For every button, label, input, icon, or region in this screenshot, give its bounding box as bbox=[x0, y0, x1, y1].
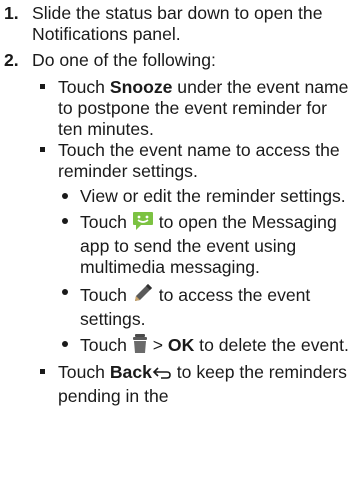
list-item-back: Touch Back to keep the reminders pending… bbox=[0, 362, 355, 407]
round-bullet-icon bbox=[62, 218, 68, 224]
round-bullet-icon bbox=[62, 341, 68, 347]
item-text: Touch bbox=[80, 285, 132, 305]
item-text: View or edit the reminder settings. bbox=[80, 186, 346, 206]
message-icon bbox=[132, 211, 154, 236]
square-bullet-icon bbox=[40, 369, 45, 374]
square-bullet-icon bbox=[40, 84, 45, 89]
instructions-page: 1. Slide the status bar down to open the… bbox=[0, 0, 355, 407]
snooze-label: Snooze bbox=[109, 77, 173, 97]
step-1: 1. Slide the status bar down to open the… bbox=[0, 3, 355, 45]
pencil-icon bbox=[132, 282, 154, 309]
back-arrow-icon bbox=[152, 365, 172, 386]
list-item-view-edit: View or edit the reminder settings. bbox=[0, 186, 355, 207]
item-text: Touch bbox=[58, 77, 110, 97]
step-text: Slide the status bar down to open the No… bbox=[32, 3, 323, 44]
step-2: 2. Do one of the following: bbox=[0, 50, 355, 71]
round-bullet-icon bbox=[62, 193, 68, 199]
list-item-event-name: Touch the event name to access the remin… bbox=[0, 140, 355, 182]
step-number: 2. bbox=[4, 50, 19, 70]
item-text: Touch bbox=[80, 335, 132, 355]
trash-icon bbox=[132, 334, 148, 359]
list-item-delete: Touch > OK to delete the event. bbox=[0, 334, 355, 359]
list-item-snooze: Touch Snooze under the event name to pos… bbox=[0, 77, 355, 140]
item-text: Touch bbox=[80, 212, 132, 232]
step-number: 1. bbox=[4, 3, 19, 23]
item-text: Touch bbox=[58, 362, 110, 382]
square-bullet-icon bbox=[40, 147, 45, 152]
list-item-edit-event: Touch to access the event settings. bbox=[0, 282, 355, 330]
round-bullet-icon bbox=[62, 289, 68, 295]
item-text: to delete the event. bbox=[194, 335, 349, 355]
item-text: > bbox=[147, 335, 168, 355]
back-label: Back bbox=[109, 362, 152, 382]
item-text: Touch the event name to access the remin… bbox=[58, 140, 340, 181]
step-text: Do one of the following: bbox=[32, 50, 216, 70]
ok-label: OK bbox=[167, 335, 195, 355]
list-item-messaging: Touch to open the Messaging app to send … bbox=[0, 211, 355, 278]
